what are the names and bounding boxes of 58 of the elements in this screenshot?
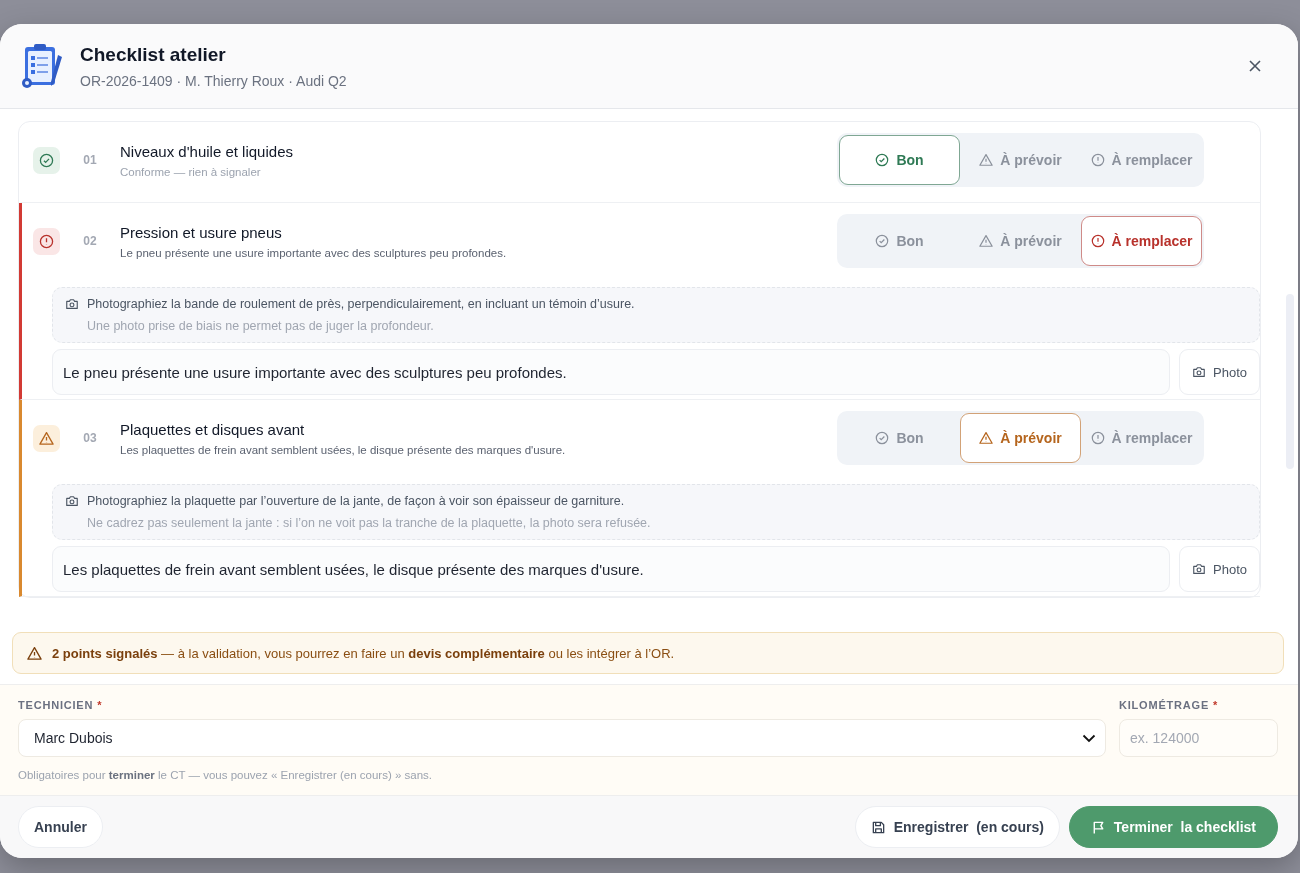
status-option[interactable]: Bon xyxy=(839,413,960,463)
status-option[interactable]: À remplacer xyxy=(1081,216,1202,266)
item-title: Niveaux d'huile et liquides xyxy=(120,142,294,160)
warning-icon xyxy=(979,234,994,248)
camera-icon xyxy=(1192,365,1206,379)
dialog-title: Checklist atelier xyxy=(80,43,227,66)
item-summary: Le pneu présente une usure importante avec des sculptures peu profondes. xyxy=(120,246,508,259)
status-option[interactable]: À prévoir xyxy=(960,216,1081,266)
hint-subtext: Une photo prise de biais ne permet pas de juger la profondeur. xyxy=(87,319,435,333)
note-field[interactable]: Les plaquettes de frein avant semblent usées, le disque présente des marques d'usure. xyxy=(52,546,1170,592)
save-button[interactable]: Enregistrer (en cours) xyxy=(854,806,1060,848)
photo-button[interactable]: Photo xyxy=(1179,546,1260,592)
warning-icon xyxy=(979,431,994,445)
field-label: TECHNICIEN xyxy=(18,699,94,711)
camera-icon xyxy=(65,494,79,508)
status-option[interactable]: Bon xyxy=(839,216,960,266)
camera-icon xyxy=(65,297,79,311)
finish-button[interactable]: Terminer la checklist xyxy=(1068,806,1278,848)
alert-circle-icon xyxy=(1090,234,1105,248)
save-icon xyxy=(870,819,886,835)
alert-circle-icon xyxy=(1090,153,1105,167)
check-circle-icon xyxy=(875,431,890,445)
alert-circle-icon xyxy=(1090,431,1105,445)
alert-text: 2 points signalés — à la validation, vous pourrez en faire un devis complémentaire ou les intégrer à l’OR. xyxy=(52,645,675,661)
hint-text: Photographiez la plaquette par l’ouverture de la jante, de façon à voir son épaisseur de garniture. xyxy=(87,494,626,508)
mileage-field[interactable]: ex. 124000 xyxy=(1119,719,1278,757)
check-circle-icon xyxy=(39,152,54,168)
hint-text: Photographiez la bande de roulement de près, perpendiculairement, en incluant un témoin d’usure. xyxy=(87,297,635,311)
status-option[interactable]: À prévoir xyxy=(960,413,1081,463)
status-option[interactable]: À remplacer xyxy=(1081,413,1202,463)
photo-button[interactable]: Photo xyxy=(1179,349,1260,395)
help-text: Obligatoires pour terminer le CT — vous pouvez « Enregistrer (en cours) » sans. xyxy=(18,769,433,781)
warning-icon xyxy=(27,645,42,661)
status-option[interactable]: À prévoir xyxy=(960,135,1081,185)
required-mark: * xyxy=(97,699,103,711)
note-field[interactable]: Le pneu présente une usure importante avec des sculptures peu profondes. xyxy=(52,349,1170,395)
technician-select[interactable]: Marc Dubois xyxy=(18,719,1106,757)
item-title: Plaquettes et disques avant xyxy=(120,420,306,438)
item-number: 01 xyxy=(82,153,98,167)
item-number: 02 xyxy=(82,234,98,248)
camera-icon xyxy=(1192,562,1206,576)
item-number: 03 xyxy=(82,431,98,445)
field-label: KILOMÉTRAGE xyxy=(1119,699,1210,711)
cancel-button[interactable]: Annuler xyxy=(18,806,103,848)
check-circle-icon xyxy=(875,153,890,167)
close-icon xyxy=(1247,58,1263,74)
status-option[interactable]: À remplacer xyxy=(1081,135,1202,185)
item-summary: Conforme — rien à signaler xyxy=(120,165,262,178)
dialog-subtitle: OR-2026-1409 · M. Thierry Roux · Audi Q2 xyxy=(80,72,348,89)
item-summary: Les plaquettes de frein avant semblent usées, le disque présente des marques d'usure. xyxy=(120,443,567,456)
warning-icon xyxy=(979,153,994,167)
warning-icon xyxy=(39,430,54,446)
hint-subtext: Ne cadrez pas seulement la jante : si l’on ne voit pas la tranche de la plaquette, la photo sera refusée. xyxy=(87,516,651,530)
check-circle-icon xyxy=(875,234,890,248)
alert-circle-icon xyxy=(39,233,54,249)
status-option[interactable]: Bon xyxy=(839,135,960,185)
item-title: Pression et usure pneus xyxy=(120,223,283,241)
required-mark: * xyxy=(1213,699,1219,711)
